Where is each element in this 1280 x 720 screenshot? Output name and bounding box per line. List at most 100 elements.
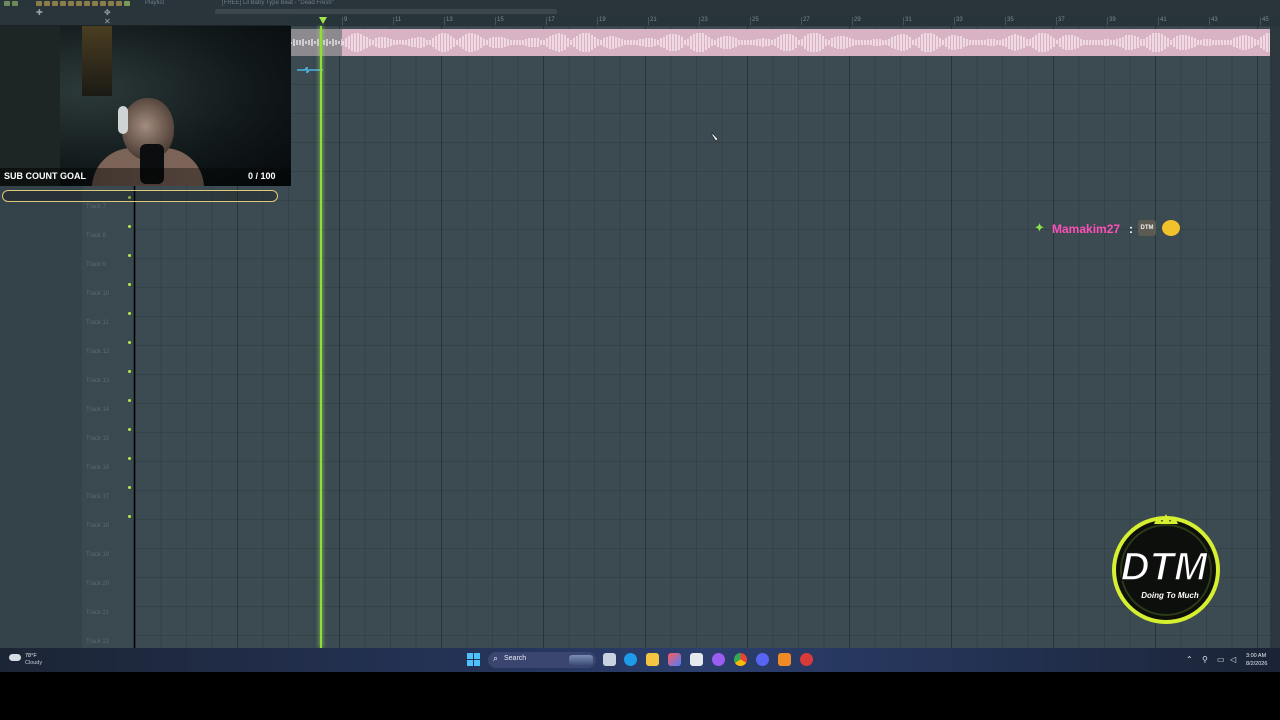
waveform-segment	[1233, 38, 1235, 47]
tool-icon[interactable]	[4, 1, 10, 6]
tool-icon[interactable]	[116, 1, 122, 6]
track-label[interactable]: Track 21	[86, 610, 109, 616]
waveform-segment	[837, 35, 839, 50]
tool-icon[interactable]	[36, 1, 42, 6]
weather-condition[interactable]: Cloudy	[25, 660, 42, 666]
clock-time[interactable]: 3:00 AM	[1246, 653, 1266, 659]
waveform-segment	[335, 39, 337, 46]
horizontal-scrollbar[interactable]	[215, 9, 557, 14]
file-explorer-icon[interactable]	[646, 653, 659, 666]
tool-icon[interactable]	[60, 1, 66, 6]
waveform-segment	[624, 39, 626, 46]
chevron-up-icon[interactable]: ⌃	[1186, 655, 1193, 664]
audio-clip[interactable]	[342, 29, 1270, 56]
tool-icon[interactable]	[124, 1, 130, 6]
track-label[interactable]: Track 22	[86, 639, 109, 645]
add-icon[interactable]: ✚	[36, 8, 43, 17]
waveform-segment	[585, 32, 587, 53]
audio-clip-intro[interactable]	[290, 29, 343, 56]
store-icon[interactable]	[668, 653, 681, 666]
waveform-segment	[1002, 39, 1004, 46]
close-icon[interactable]: ✕	[104, 17, 111, 26]
waveform-segment	[957, 35, 959, 50]
waveform-segment	[927, 32, 929, 53]
playhead-marker-icon[interactable]	[319, 17, 327, 24]
tool-icon[interactable]	[76, 1, 82, 6]
waveform-segment	[1152, 33, 1154, 52]
edge-browser-icon[interactable]	[624, 653, 637, 666]
track-mute-led[interactable]	[128, 399, 131, 402]
vertical-scrollbar[interactable]	[1270, 26, 1280, 648]
cloud-icon[interactable]	[9, 654, 21, 661]
track-label[interactable]: Track 8	[86, 233, 106, 239]
waveform-segment	[888, 38, 890, 47]
waveform-segment	[329, 41, 331, 44]
tool-icon[interactable]	[84, 1, 90, 6]
waveform-segment	[984, 40, 986, 45]
dtm-logo: DTM Doing To Much	[1112, 514, 1220, 624]
windows-start-icon[interactable]	[467, 653, 480, 666]
audio-clip-track[interactable]	[290, 29, 1270, 56]
waveform-segment	[534, 37, 536, 48]
tool-icon[interactable]	[12, 1, 18, 6]
waveform-segment	[342, 40, 344, 45]
track-mute-led[interactable]	[128, 370, 131, 373]
tool-icon[interactable]	[44, 1, 50, 6]
track-mute-led[interactable]	[128, 486, 131, 489]
window-title: Playlist	[145, 0, 165, 6]
tool-icon[interactable]	[68, 1, 74, 6]
track-label[interactable]: Track 15	[86, 436, 109, 442]
track-label[interactable]: Track 17	[86, 494, 109, 500]
track-mute-led[interactable]	[128, 428, 131, 431]
tool-icon[interactable]	[108, 1, 114, 6]
waveform-segment	[861, 39, 863, 45]
waveform-segment	[444, 33, 446, 52]
track-label[interactable]: Track 11	[86, 320, 109, 326]
discord-icon[interactable]	[756, 653, 769, 666]
taskbar-search[interactable]: ⌕ Search	[488, 652, 596, 668]
task-view-icon[interactable]	[603, 653, 616, 666]
track-label[interactable]: Track 12	[86, 349, 109, 355]
track-label[interactable]: Track 14	[86, 407, 109, 413]
tool-icon[interactable]	[100, 1, 106, 6]
tool-icon[interactable]	[92, 1, 98, 6]
track-mute-led[interactable]	[128, 341, 131, 344]
track-label[interactable]: Track 16	[86, 465, 109, 471]
track-mute-led[interactable]	[128, 515, 131, 518]
track-label[interactable]: Track 19	[86, 552, 109, 558]
waveform-segment	[780, 35, 782, 50]
track-mute-led[interactable]	[128, 283, 131, 286]
track-label[interactable]: Track 7	[86, 204, 106, 210]
track-mute-led[interactable]	[128, 225, 131, 228]
waveform-segment	[603, 38, 605, 47]
track-mute-led[interactable]	[128, 312, 131, 315]
clock-date[interactable]: 8/2/2026	[1246, 661, 1267, 667]
app-icon[interactable]	[800, 653, 813, 666]
waveform-segment	[1014, 34, 1016, 51]
weather-temperature[interactable]: 78°F	[25, 653, 37, 659]
track-label[interactable]: Track 13	[86, 378, 109, 384]
waveform-segment	[396, 40, 398, 45]
tool-icon[interactable]	[52, 1, 58, 6]
track-label[interactable]: Track 9	[86, 262, 106, 268]
track-label[interactable]: Track 10	[86, 291, 109, 297]
playhead-line[interactable]	[320, 26, 322, 648]
track-mute-led[interactable]	[128, 457, 131, 460]
waveform-segment	[314, 41, 316, 44]
fl-studio-icon[interactable]	[778, 653, 791, 666]
network-icon[interactable]: ⚲	[1202, 655, 1208, 664]
chrome-icon[interactable]	[734, 653, 747, 666]
ruler-bar-number: 37	[1056, 17, 1065, 25]
track-label[interactable]: Track 18	[86, 523, 109, 529]
display-icon[interactable]: ▭	[1217, 655, 1225, 664]
track-mute-led[interactable]	[128, 254, 131, 257]
move-icon[interactable]: ✥	[104, 8, 111, 17]
calendar-icon[interactable]	[690, 653, 703, 666]
app-icon[interactable]	[712, 653, 725, 666]
volume-icon[interactable]: ◁	[1230, 655, 1236, 664]
waveform-segment	[945, 38, 947, 47]
waveform-segment	[798, 39, 800, 46]
waveform-segment	[924, 33, 926, 52]
track-label[interactable]: Track 20	[86, 581, 109, 587]
waveform-segment	[357, 33, 359, 52]
